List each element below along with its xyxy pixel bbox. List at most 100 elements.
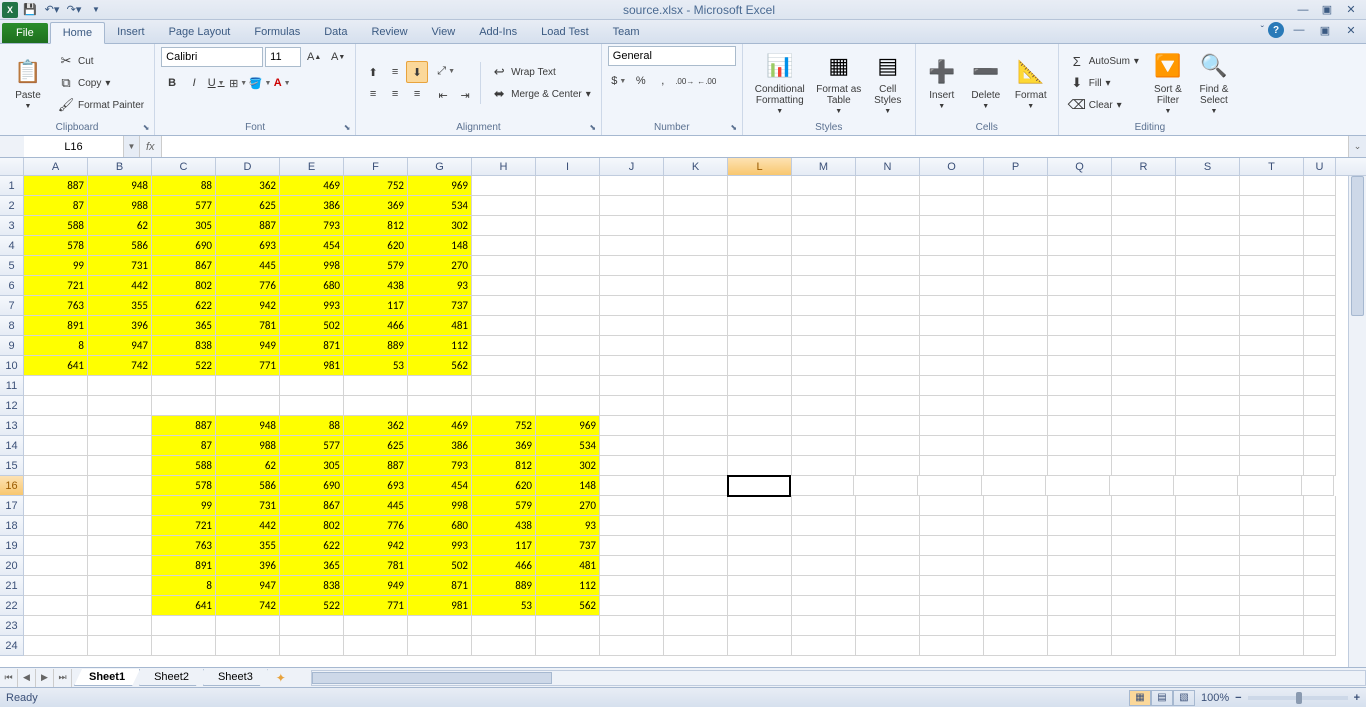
cell[interactable] — [792, 496, 856, 516]
row-header[interactable]: 24 — [0, 636, 24, 656]
cell[interactable]: 620 — [472, 476, 536, 496]
cell[interactable] — [1240, 416, 1304, 436]
cell[interactable] — [984, 436, 1048, 456]
cell[interactable]: 579 — [472, 496, 536, 516]
cell[interactable] — [472, 236, 536, 256]
cell[interactable] — [728, 396, 792, 416]
sheet-tab-sheet2[interactable]: Sheet2 — [139, 669, 204, 686]
cell[interactable] — [1240, 216, 1304, 236]
cell[interactable] — [1048, 296, 1112, 316]
cell[interactable]: 680 — [280, 276, 344, 296]
cell[interactable]: 947 — [216, 576, 280, 596]
sheet-tab-sheet3[interactable]: Sheet3 — [203, 669, 268, 686]
name-box-dropdown[interactable]: ▼ — [124, 136, 140, 157]
cell[interactable] — [472, 256, 536, 276]
cell[interactable] — [920, 316, 984, 336]
cell[interactable] — [1240, 496, 1304, 516]
cell[interactable]: 891 — [24, 316, 88, 336]
cell[interactable] — [920, 236, 984, 256]
cell[interactable] — [1240, 556, 1304, 576]
cell[interactable] — [1176, 436, 1240, 456]
cell[interactable] — [856, 536, 920, 556]
cell[interactable]: 981 — [408, 596, 472, 616]
cell[interactable] — [664, 376, 728, 396]
cell[interactable] — [1112, 636, 1176, 656]
cell[interactable]: 355 — [88, 296, 152, 316]
cell[interactable] — [1240, 616, 1304, 636]
cell[interactable] — [1240, 456, 1304, 476]
cell[interactable] — [472, 636, 536, 656]
cell[interactable] — [472, 296, 536, 316]
cell[interactable]: 355 — [216, 536, 280, 556]
cell[interactable] — [1304, 516, 1336, 536]
row-header[interactable]: 2 — [0, 196, 24, 216]
cell[interactable]: 365 — [280, 556, 344, 576]
cell[interactable] — [88, 576, 152, 596]
cell[interactable] — [920, 196, 984, 216]
cell[interactable] — [1304, 316, 1336, 336]
conditional-formatting-button[interactable]: 📊Conditional Formatting▼ — [749, 50, 811, 116]
format-painter-button[interactable]: 🖌Format Painter — [54, 95, 148, 115]
column-header-N[interactable]: N — [856, 158, 920, 175]
cell[interactable] — [792, 596, 856, 616]
cell[interactable] — [854, 476, 918, 496]
cell[interactable] — [920, 256, 984, 276]
fill-button[interactable]: ⬇Fill ▾ — [1065, 73, 1143, 93]
cell[interactable]: 466 — [344, 316, 408, 336]
cell[interactable]: 776 — [344, 516, 408, 536]
cell[interactable] — [1240, 596, 1304, 616]
cell[interactable] — [664, 416, 728, 436]
cell[interactable]: 112 — [408, 336, 472, 356]
cell[interactable] — [1048, 456, 1112, 476]
cell[interactable]: 112 — [536, 576, 600, 596]
row-header[interactable]: 12 — [0, 396, 24, 416]
cell[interactable] — [664, 516, 728, 536]
cell[interactable] — [1240, 516, 1304, 536]
autosum-button[interactable]: ΣAutoSum ▾ — [1065, 51, 1143, 71]
cell[interactable]: 87 — [152, 436, 216, 456]
cell[interactable]: 369 — [344, 196, 408, 216]
cell[interactable] — [600, 336, 664, 356]
cell[interactable]: 117 — [344, 296, 408, 316]
cell[interactable] — [536, 316, 600, 336]
increase-decimal-button[interactable]: .00→ — [674, 70, 696, 92]
cell[interactable] — [728, 636, 792, 656]
font-color-button[interactable]: A▼ — [271, 72, 293, 94]
cell[interactable] — [856, 196, 920, 216]
cell[interactable] — [792, 416, 856, 436]
cell[interactable]: 88 — [280, 416, 344, 436]
cell[interactable]: 771 — [216, 356, 280, 376]
cell[interactable] — [1304, 436, 1336, 456]
cell[interactable] — [536, 396, 600, 416]
cell[interactable] — [728, 556, 792, 576]
sheet-nav-prev[interactable]: ◀ — [18, 669, 36, 687]
cell[interactable] — [856, 216, 920, 236]
cell[interactable] — [1240, 396, 1304, 416]
cell[interactable]: 731 — [88, 256, 152, 276]
cell[interactable] — [1112, 356, 1176, 376]
cell[interactable] — [856, 336, 920, 356]
merge-center-button[interactable]: ⬌Merge & Center ▾ — [487, 84, 595, 104]
cell[interactable] — [664, 576, 728, 596]
cell[interactable] — [792, 576, 856, 596]
cell[interactable]: 838 — [152, 336, 216, 356]
cell[interactable] — [1048, 436, 1112, 456]
clipboard-launcher[interactable]: ⬊ — [140, 121, 152, 133]
cell[interactable] — [982, 476, 1046, 496]
cell[interactable] — [856, 256, 920, 276]
cell[interactable] — [728, 416, 792, 436]
cell[interactable] — [984, 336, 1048, 356]
cell[interactable] — [1048, 576, 1112, 596]
cell[interactable] — [856, 596, 920, 616]
cell[interactable]: 763 — [152, 536, 216, 556]
cell[interactable]: 889 — [472, 576, 536, 596]
cell[interactable]: 454 — [408, 476, 472, 496]
cell[interactable] — [1240, 176, 1304, 196]
cell[interactable]: 693 — [344, 476, 408, 496]
cell[interactable] — [984, 396, 1048, 416]
cell[interactable] — [1176, 296, 1240, 316]
workbook-minimize-button[interactable]: — — [1288, 22, 1310, 38]
cell[interactable] — [1048, 496, 1112, 516]
cell[interactable] — [1176, 216, 1240, 236]
cell[interactable]: 53 — [344, 356, 408, 376]
